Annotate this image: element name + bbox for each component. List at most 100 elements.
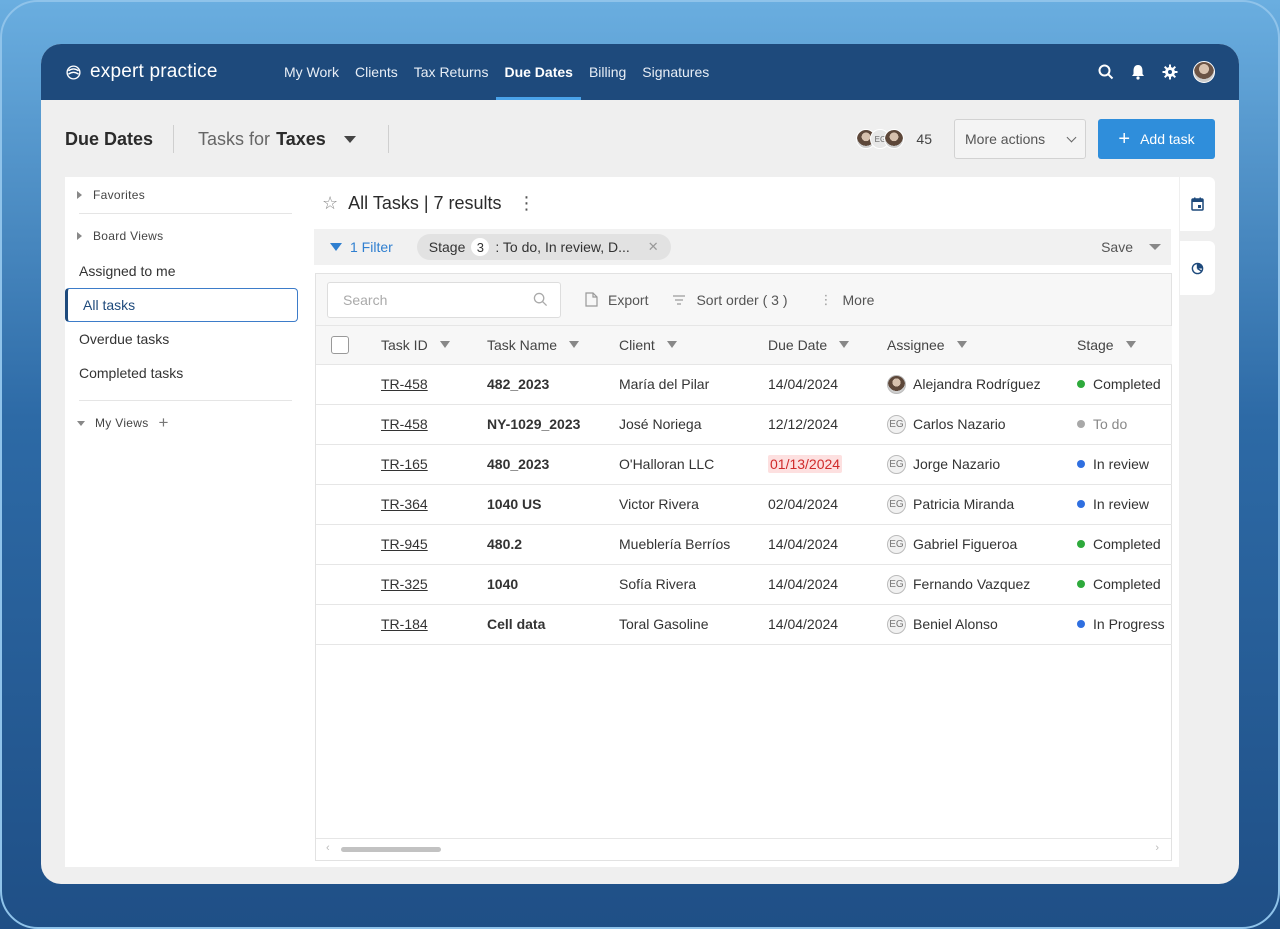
stage-cell: Completed — [1077, 364, 1172, 405]
calendar-button[interactable] — [1180, 177, 1215, 231]
table-row[interactable]: TR-458 NY-1029_2023 José Noriega 12/12/2024… — [316, 404, 1172, 445]
kebab-menu-icon[interactable]: ⋮ — [518, 193, 536, 214]
task-id-link[interactable]: TR-364 — [381, 496, 428, 512]
sidebar-item-assigned-to-me[interactable]: Assigned to me — [65, 254, 306, 288]
logo-icon — [66, 64, 81, 80]
row-select-cell — [316, 564, 381, 605]
chart-button[interactable] — [1180, 241, 1215, 295]
chip-value: : To do, In review, D... — [495, 239, 630, 255]
filter-button[interactable]: 1 Filter — [330, 239, 393, 255]
tasks-for-dropdown[interactable]: Tasks for Taxes — [198, 129, 356, 150]
sidebar-item-all-tasks[interactable]: All tasks — [65, 288, 298, 322]
gear-icon[interactable] — [1161, 63, 1179, 81]
user-avatar[interactable] — [1193, 61, 1215, 83]
export-icon — [585, 292, 598, 307]
column-filter-icon[interactable] — [839, 341, 850, 349]
column-label: Task Name — [487, 336, 558, 353]
sort-order-button[interactable]: Sort order ( 3 ) — [672, 291, 788, 308]
scrollbar-thumb[interactable] — [341, 847, 441, 852]
sidebar-item-completed-tasks[interactable]: Completed tasks — [65, 356, 306, 390]
member-avatars[interactable]: EG — [856, 129, 905, 149]
column-filter-icon[interactable] — [956, 341, 967, 349]
nav-billing[interactable]: Billing — [581, 44, 634, 100]
table-row[interactable]: TR-325 1040 Sofía Rivera 14/04/2024 EG Fernan… — [316, 564, 1172, 605]
nav-signatures[interactable]: Signatures — [634, 44, 717, 100]
stage-cell: To do — [1077, 404, 1172, 445]
task-id-link[interactable]: TR-945 — [381, 536, 428, 552]
column-client[interactable]: Client — [619, 326, 768, 365]
table-row[interactable]: TR-458 482_2023 María del Pilar 14/04/2024 A… — [316, 364, 1172, 405]
save-button[interactable]: Save — [1101, 239, 1161, 255]
task-id-link[interactable]: TR-325 — [381, 576, 428, 592]
caret-down-icon — [343, 135, 356, 143]
stage-dot-icon — [1077, 460, 1085, 468]
task-id-cell: TR-364 — [381, 484, 487, 525]
chip-count: 3 — [471, 238, 490, 256]
select-all-checkbox[interactable] — [331, 335, 349, 354]
sidebar-favorites[interactable]: Favorites — [65, 177, 306, 213]
stage-dot-icon — [1077, 380, 1085, 388]
assignee-avatar-initials: EG — [887, 454, 906, 474]
export-button[interactable]: Export — [585, 292, 648, 308]
column-task-name[interactable]: Task Name — [487, 326, 619, 365]
client-cell: Sofía Rivera — [619, 564, 768, 605]
nav-clients[interactable]: Clients — [347, 44, 406, 100]
task-id-cell: TR-184 — [381, 604, 487, 645]
stage: Completed — [1077, 536, 1172, 552]
assignee-name: Jorge Nazario — [913, 456, 1001, 472]
search-icon[interactable] — [1097, 63, 1115, 81]
column-filter-icon[interactable] — [666, 341, 677, 349]
due-date-cell: 14/04/2024 — [768, 364, 887, 405]
search-input[interactable] — [343, 291, 513, 308]
column-stage[interactable]: Stage — [1077, 326, 1172, 365]
more-actions-button[interactable]: More actions — [954, 119, 1086, 159]
sidebar-item-overdue-tasks[interactable]: Overdue tasks — [65, 322, 306, 356]
column-due-date[interactable]: Due Date — [768, 326, 887, 365]
column-task-id[interactable]: Task ID — [381, 326, 487, 365]
add-task-button[interactable]: + Add task — [1098, 119, 1215, 159]
nav-tax-returns[interactable]: Tax Returns — [406, 44, 497, 100]
stage: In Progress — [1077, 616, 1172, 632]
star-icon[interactable]: ☆ — [322, 193, 338, 214]
scroll-right-icon[interactable]: › — [1155, 842, 1159, 854]
table-row[interactable]: TR-945 480.2 Mueblería Berríos 14/04/2024 EG… — [316, 524, 1172, 565]
task-name-cell: 1040 — [487, 564, 619, 605]
table-row[interactable]: TR-364 1040 US Victor Rivera 02/04/2024 EG Pa… — [316, 484, 1172, 525]
sort-label: Sort order ( 3 ) — [696, 291, 788, 308]
divider — [79, 400, 292, 401]
add-view-icon[interactable]: + — [159, 413, 169, 433]
bell-icon[interactable] — [1129, 63, 1147, 81]
logo[interactable]: expert practice — [65, 61, 276, 83]
column-filter-icon[interactable] — [569, 341, 580, 349]
column-assignee[interactable]: Assignee — [887, 326, 1077, 365]
task-name: 482_2023 — [487, 376, 550, 392]
more-button[interactable]: ⋮ More — [820, 292, 875, 308]
scroll-left-icon[interactable]: ‹ — [326, 842, 330, 854]
table-row[interactable]: TR-165 480_2023 O'Halloran LLC 01/13/2024 EG… — [316, 444, 1172, 485]
task-id-link[interactable]: TR-184 — [381, 616, 428, 632]
horizontal-scrollbar[interactable]: ‹ › — [316, 838, 1171, 860]
stage: To do — [1077, 416, 1172, 432]
add-task-label: Add task — [1140, 131, 1195, 147]
assignee-cell: EG Carlos Nazario — [887, 404, 1077, 445]
due-date-cell: 14/04/2024 — [768, 604, 887, 645]
filter-label: 1 Filter — [350, 239, 393, 255]
column-filter-icon[interactable] — [1125, 341, 1136, 349]
nav-due-dates[interactable]: Due Dates — [496, 44, 582, 100]
stage-label: Completed — [1093, 576, 1161, 592]
sidebar-my-views[interactable]: My Views + — [65, 405, 306, 441]
grid-toolbar: Export Sort order ( 3 ) ⋮ More — [316, 274, 1171, 326]
page-header: Due Dates Tasks for Taxes EG 45 More act… — [41, 100, 1239, 178]
stage-filter-chip[interactable]: Stage 3 : To do, In review, D... ✕ — [416, 234, 671, 260]
task-id-link[interactable]: TR-458 — [381, 376, 428, 392]
nav-my-work[interactable]: My Work — [276, 44, 347, 100]
column-filter-icon[interactable] — [439, 341, 450, 349]
task-id-link[interactable]: TR-165 — [381, 456, 428, 472]
close-icon[interactable]: ✕ — [648, 239, 659, 255]
list-title: All Tasks | 7 results — [348, 192, 502, 213]
table-row[interactable]: TR-184 Cell data Toral Gasoline 14/04/2024 E… — [316, 604, 1172, 645]
task-id-link[interactable]: TR-458 — [381, 416, 428, 432]
more-label: More — [842, 291, 875, 308]
assignee-cell: EG Beniel Alonso — [887, 604, 1077, 645]
sidebar-board-views[interactable]: Board Views — [65, 218, 306, 254]
